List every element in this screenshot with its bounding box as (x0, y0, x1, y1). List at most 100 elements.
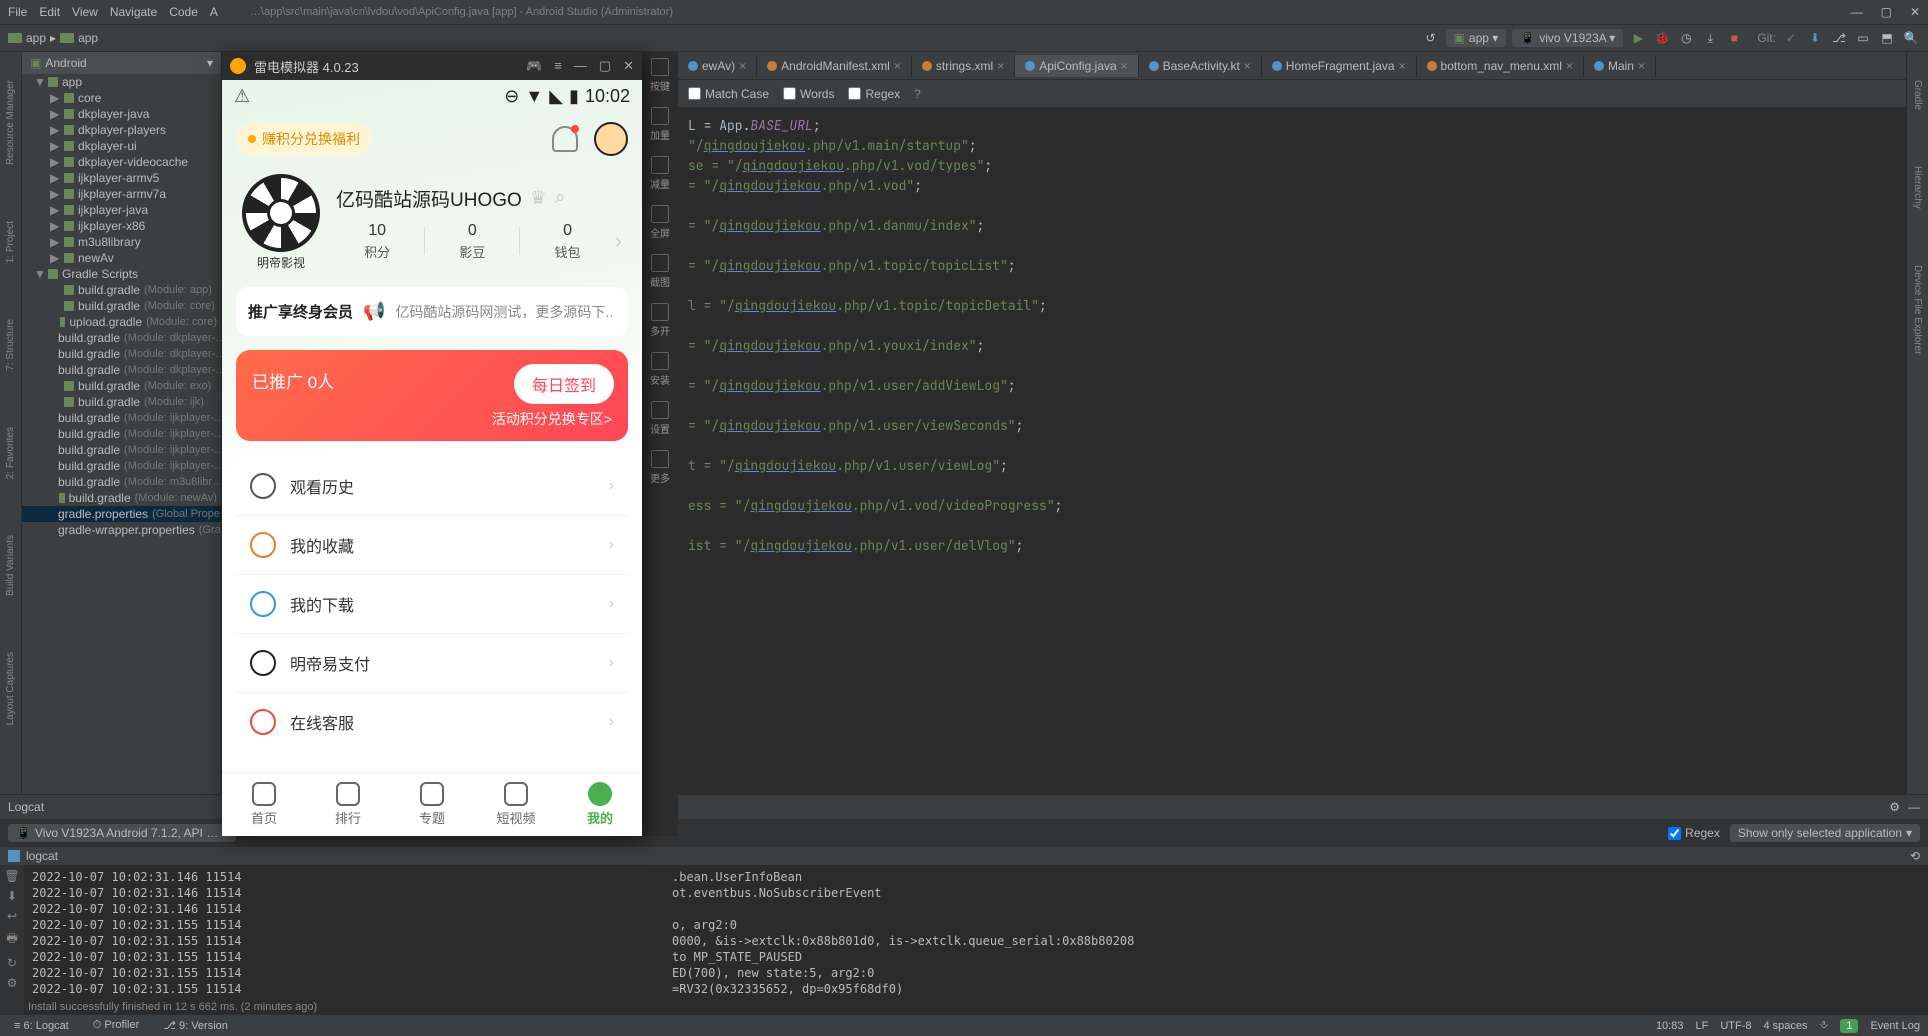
menu-view[interactable]: View (72, 5, 98, 19)
editor-tab[interactable]: strings.xml× (912, 55, 1015, 77)
debug-icon[interactable]: 🐞 (1653, 29, 1671, 47)
editor-tab[interactable]: Main× (1584, 55, 1656, 77)
menu-file[interactable]: File (8, 5, 27, 19)
words-checkbox[interactable]: Words (783, 87, 834, 101)
emulator-minimize-icon[interactable]: — (574, 58, 587, 74)
code-line[interactable] (688, 276, 1928, 296)
menu-row[interactable]: 明帝易支付› (236, 634, 628, 693)
editor-tab[interactable]: BaseActivity.kt× (1139, 55, 1262, 77)
menu-row[interactable]: 在线客服› (236, 693, 628, 751)
emulator-maximize-icon[interactable]: ▢ (599, 58, 611, 74)
event-log-badge[interactable]: 1 (1840, 1019, 1858, 1033)
encoding[interactable]: UTF-8 (1720, 1020, 1751, 1032)
code-line[interactable]: t = "/qingdoujiekou.php/v1.user/viewLog"… (688, 456, 1928, 476)
code-line[interactable]: = "/qingdoujiekou.php/v1.topic/topicList… (688, 256, 1928, 276)
tab-close-icon[interactable]: × (1566, 59, 1573, 73)
indent[interactable]: 4 spaces (1763, 1020, 1807, 1032)
stripe-hierarchy[interactable]: Hierarchy (1910, 158, 1925, 217)
tree-node[interactable]: build.gradle (Module: dkplayer-… (22, 330, 221, 346)
tree-node[interactable]: build.gradle (Module: core) (22, 298, 221, 314)
tree-node[interactable]: upload.gradle (Module: core) (22, 314, 221, 330)
emulator-sidebar-item[interactable]: 截图 (650, 254, 670, 289)
stripe-build-variants[interactable]: Build Variants (3, 527, 18, 604)
tree-node[interactable]: ▶ijkplayer-armv7a (22, 186, 221, 202)
editor-tab[interactable]: bottom_nav_menu.xml× (1417, 55, 1584, 77)
close-icon[interactable]: ✕ (1910, 5, 1920, 19)
nav-item[interactable]: 专题 (390, 773, 474, 836)
code-editor[interactable]: L = App.BASE_URL;"/qingdoujiekou.php/v1.… (678, 108, 1928, 794)
menu-row[interactable]: 我的收藏› (236, 516, 628, 575)
tab-close-icon[interactable]: × (1638, 59, 1645, 73)
restart-icon[interactable]: ↻ (7, 956, 17, 970)
logcat-device-selector[interactable]: 📱 Vivo V1923A Android 7.1.2, API … ▾ (8, 824, 236, 842)
tree-node[interactable]: build.gradle (Module: exo) (22, 378, 221, 394)
chevron-right-icon[interactable]: › (615, 228, 622, 254)
profile-icon[interactable]: ◷ (1677, 29, 1695, 47)
sdk-icon[interactable]: ⬒ (1878, 29, 1896, 47)
stripe-device-explorer[interactable]: Device File Explorer (1910, 257, 1925, 362)
event-log-button[interactable]: Event Log (1870, 1020, 1920, 1032)
context-icon[interactable]: ⎀ (1820, 1019, 1829, 1032)
tree-node[interactable]: gradle.properties (Global Prope… (22, 506, 221, 522)
stat-wallet[interactable]: 0钱包 (526, 222, 608, 261)
tree-node[interactable]: build.gradle (Module: dkplayer-… (22, 362, 221, 378)
tab-close-icon[interactable]: × (1399, 59, 1406, 73)
breadcrumb-item[interactable]: app (26, 31, 46, 45)
emulator-sidebar-item[interactable]: 加量 (650, 107, 670, 142)
code-line[interactable]: "/qingdoujiekou.php/v1.main/startup"; (688, 136, 1928, 156)
attach-icon[interactable]: ⤓ (1701, 29, 1719, 47)
tab-close-icon[interactable]: × (997, 59, 1004, 73)
tab-close-icon[interactable]: × (1244, 59, 1251, 73)
user-info-block[interactable]: 明帝影视 亿码酷站源码UHOGO ♛ ⌕ 10积分 0影豆 0钱包 › (222, 166, 642, 287)
emulator-gamepad-icon[interactable]: 🎮 (526, 58, 542, 74)
code-line[interactable] (688, 436, 1928, 456)
logcat-output[interactable]: 2022-10-07 10:02:31.146 115142022-10-07 … (24, 865, 664, 1014)
nav-item[interactable]: 首页 (222, 773, 306, 836)
tree-node[interactable]: ▶dkplayer-java (22, 106, 221, 122)
breadcrumb-item[interactable]: app (78, 31, 98, 45)
regex-checkbox[interactable]: Regex (848, 87, 900, 101)
project-tree[interactable]: ▣Android ▾ ▼app▶core▶dkplayer-java▶dkpla… (22, 52, 222, 794)
tree-node[interactable]: build.gradle (Module: ijkplayer-… (22, 442, 221, 458)
tree-header[interactable]: ▣Android ▾ (22, 52, 221, 74)
stripe-gradle[interactable]: Gradle (1910, 72, 1925, 118)
promo-strip[interactable]: 推广享终身会员 📢 亿码酷站源码网测试，更多源码下.. (236, 287, 628, 336)
git-more-icon[interactable]: ⎇ (1830, 29, 1848, 47)
stop-icon[interactable]: ■ (1725, 29, 1743, 47)
nav-item[interactable]: 排行 (306, 773, 390, 836)
tree-node[interactable]: gradle-wrapper.properties (Gra… (22, 522, 221, 538)
caret-position[interactable]: 10:83 (1656, 1020, 1684, 1032)
tree-node[interactable]: ▼Gradle Scripts (22, 266, 221, 282)
stripe-project[interactable]: 1: Project (3, 213, 18, 271)
editor-tab[interactable]: AndroidManifest.xml× (757, 55, 912, 77)
tree-node[interactable]: ▶m3u8library (22, 234, 221, 250)
tree-node[interactable]: build.gradle (Module: dkplayer-… (22, 346, 221, 362)
git-pull-icon[interactable]: ⬇ (1806, 29, 1824, 47)
emulator-sidebar-item[interactable]: 减量 (650, 156, 670, 191)
menu-navigate[interactable]: Navigate (110, 5, 157, 19)
breadcrumb[interactable]: app ▸ app (8, 31, 98, 45)
tree-node[interactable]: build.gradle (Module: ijkplayer-… (22, 458, 221, 474)
menu-row[interactable]: 我的下载› (236, 575, 628, 634)
device-selector[interactable]: 📱vivo V1923A ▾ (1512, 29, 1623, 47)
emulator-sidebar-item[interactable]: 安装 (650, 352, 670, 387)
editor-tab[interactable]: ApiConfig.java× (1015, 55, 1138, 77)
tree-node[interactable]: build.gradle (Module: app) (22, 282, 221, 298)
tree-node[interactable]: ▼app (22, 74, 221, 90)
logcat-output-right[interactable]: .bean.UserInfoBeanot.eventbus.NoSubscrib… (664, 865, 1928, 1014)
notification-bell-icon[interactable] (552, 126, 578, 152)
code-line[interactable]: l = "/qingdoujiekou.php/v1.topic/topicDe… (688, 296, 1928, 316)
maximize-icon[interactable]: ▢ (1881, 5, 1892, 19)
git-commit-icon[interactable]: ✓ (1782, 29, 1800, 47)
tab-close-icon[interactable]: × (894, 59, 901, 73)
search-icon[interactable]: 🔍 (1902, 29, 1920, 47)
run-icon[interactable]: ▶ (1629, 29, 1647, 47)
code-line[interactable] (688, 236, 1928, 256)
code-line[interactable]: = "/qingdoujiekou.php/v1.user/addViewLog… (688, 376, 1928, 396)
tree-node[interactable]: build.gradle (Module: ijk) (22, 394, 221, 410)
code-line[interactable]: ist = "/qingdoujiekou.php/v1.user/delVlo… (688, 536, 1928, 556)
expand-arrow-icon[interactable]: ▶ (50, 187, 60, 201)
code-line[interactable]: = "/qingdoujiekou.php/v1.user/viewSecond… (688, 416, 1928, 436)
clear-icon[interactable]: 🗑 (4, 869, 19, 883)
daily-checkin-button[interactable]: 每日签到 (514, 364, 614, 404)
